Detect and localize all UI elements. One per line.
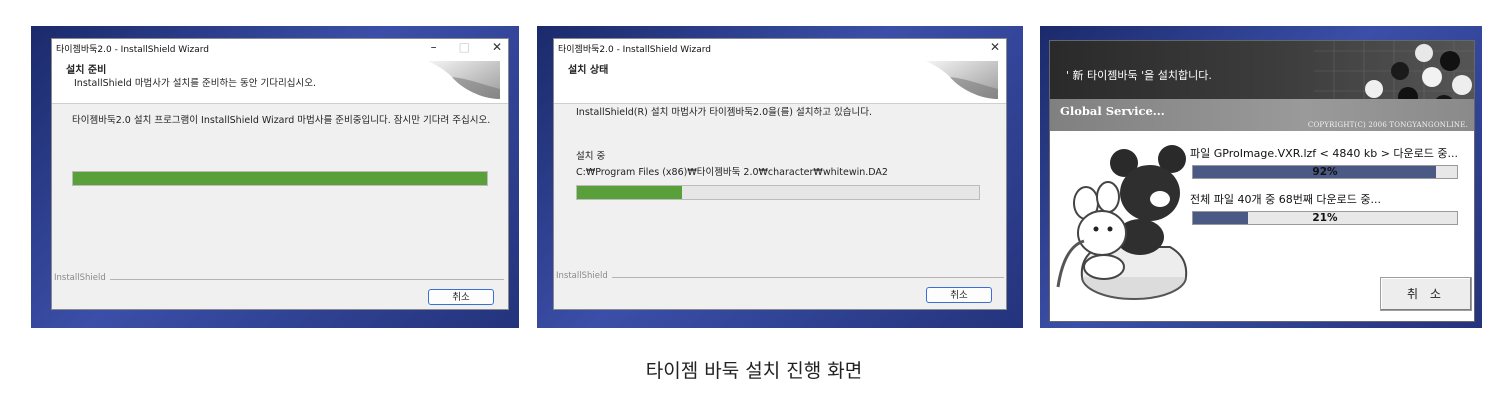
- total-progress-label: 21%: [1312, 212, 1338, 224]
- copyright-text: COPYRIGHT(C) 2006 TONGYANGONLINE.: [1307, 121, 1468, 129]
- total-download-status: 전체 파일 40개 중 68번째 다운로드 중...: [1190, 193, 1382, 206]
- header-title: 설치 상태: [568, 65, 609, 76]
- screenshot-panel-1: 타이젬바둑2.0 - InstallShield Wizard – □ ✕ 설치…: [31, 26, 519, 328]
- header-subtitle: InstallShield 마법사가 설치를 준비하는 동안 기다리십시오.: [74, 78, 316, 89]
- wizard-header: 설치 준비 InstallShield 마법사가 설치를 준비하는 동안 기다리…: [52, 57, 508, 104]
- window-title: 타이젬바둑2.0 - InstallShield Wizard: [56, 44, 209, 55]
- maximize-button[interactable]: □: [459, 40, 470, 54]
- install-status-label: 설치 중: [576, 151, 606, 162]
- prepare-progress-fill: [73, 172, 487, 185]
- file-progress-label: 92%: [1312, 166, 1338, 178]
- window-title: 타이젬바둑2.0 - InstallShield Wizard: [558, 44, 711, 55]
- page-curl-icon: [926, 61, 998, 99]
- figure-caption: 타이젬 바둑 설치 진행 화면: [645, 360, 863, 382]
- downloader-heading: ' 新 타이젬바둑 '을 설치합니다.: [1066, 69, 1212, 82]
- close-button[interactable]: ✕: [492, 40, 502, 54]
- mascot-characters-image: [1056, 145, 1188, 300]
- close-button[interactable]: ✕: [990, 40, 1000, 54]
- header-title: 설치 준비: [66, 65, 107, 76]
- install-message: InstallShield(R) 설치 마법사가 타이젬바둑2.0을(를) 설치…: [576, 107, 872, 118]
- minimize-button[interactable]: –: [431, 40, 437, 54]
- window-controls: ✕: [990, 40, 1000, 54]
- prepare-message: 타이젬바둑2.0 설치 프로그램이 InstallShield Wizard 마…: [72, 115, 491, 126]
- cancel-button[interactable]: 취소: [926, 287, 992, 303]
- installshield-footer-label: InstallShield: [54, 273, 106, 283]
- installer-window-status: 타이젬바둑2.0 - InstallShield Wizard ✕ 설치 상태 …: [553, 38, 1007, 310]
- file-progress-bar: 92%: [1192, 165, 1458, 179]
- install-file-path: C:₩Program Files (x86)₩타이젬바둑 2.0₩charact…: [576, 167, 888, 178]
- install-progress-bar: [576, 185, 980, 200]
- footer-divider: [612, 277, 1004, 278]
- prepare-progress-bar: [72, 171, 488, 186]
- wizard-header: 설치 상태: [554, 57, 1006, 104]
- cancel-button[interactable]: 취소: [428, 289, 494, 305]
- downloader-window: ' 新 타이젬바둑 '을 설치합니다. Global Service... CO…: [1049, 40, 1475, 322]
- window-controls: – □ ✕: [431, 40, 502, 54]
- install-progress-fill: [577, 186, 682, 199]
- page-curl-icon: [428, 61, 500, 99]
- total-progress-bar: 21%: [1192, 211, 1458, 225]
- installer-window-prepare: 타이젬바둑2.0 - InstallShield Wizard – □ ✕ 설치…: [51, 38, 509, 310]
- window-titlebar: 타이젬바둑2.0 - InstallShield Wizard ✕: [554, 39, 1006, 57]
- service-label: Global Service...: [1060, 104, 1165, 118]
- file-download-status: 파일 GProImage.VXR.lzf < 4840 kb > 다운로드 중.…: [1190, 147, 1459, 160]
- footer-divider: [110, 279, 504, 280]
- installshield-footer-label: InstallShield: [556, 271, 608, 281]
- window-titlebar: 타이젬바둑2.0 - InstallShield Wizard – □ ✕: [52, 39, 508, 57]
- screenshot-panel-2: 타이젬바둑2.0 - InstallShield Wizard ✕ 설치 상태 …: [537, 26, 1023, 328]
- cancel-button[interactable]: 취 소: [1380, 277, 1472, 311]
